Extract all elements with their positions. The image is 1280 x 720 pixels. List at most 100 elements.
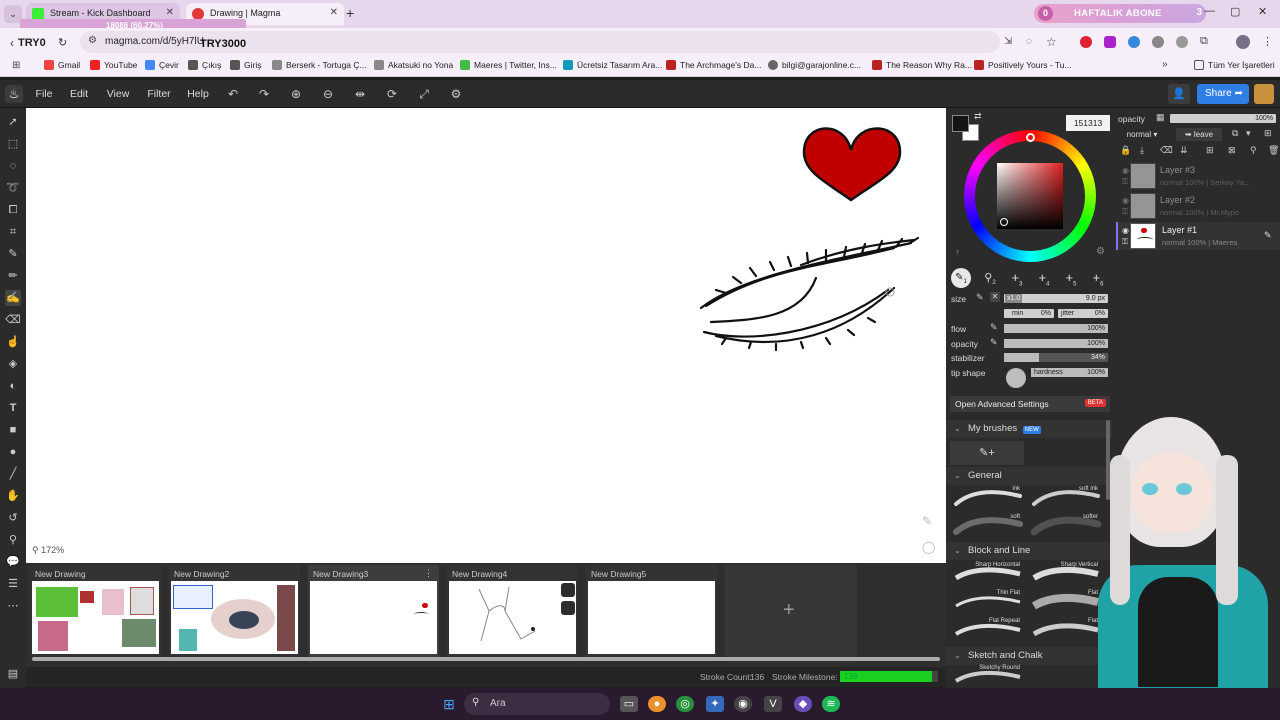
text-tool-icon[interactable]: T	[5, 400, 21, 416]
bookmark-akatsuki[interactable]: Akatsuki no Yona	[374, 60, 453, 70]
redo-icon[interactable]: ↷	[256, 86, 272, 102]
merge-down-icon[interactable]: ⇊	[1180, 145, 1188, 156]
hand-tool-icon[interactable]: ✋	[5, 488, 21, 504]
share-button[interactable]: Share ➦	[1197, 84, 1249, 104]
comment-icon[interactable]: ◯	[922, 540, 935, 554]
color-hex-field[interactable]: 151313	[1066, 115, 1110, 131]
zoom-out-icon[interactable]: ⊖	[320, 86, 336, 102]
bookmark-positively[interactable]: Positively Yours - Tu...	[974, 60, 1072, 70]
profile-avatar[interactable]	[1236, 35, 1250, 49]
eraser-tool-icon[interactable]: ⌫	[5, 312, 21, 328]
layer-item-2[interactable]: ◉ ⚿ Layer #2 normal 100% | Mr.Mypo	[1116, 192, 1280, 220]
close-icon[interactable]: ✕	[166, 7, 174, 18]
maximize-icon[interactable]: ▢	[1230, 5, 1240, 18]
crop-tool-icon[interactable]: ⌗	[5, 224, 21, 240]
line-tool-icon[interactable]: ╱	[5, 466, 21, 482]
doc-tab-new-drawing3[interactable]: New Drawing3 ⋮	[308, 565, 439, 657]
bookmark-cikis[interactable]: Çıkış	[188, 60, 221, 70]
eye-off-icon[interactable]: ◌	[1026, 36, 1032, 47]
hue-handle[interactable]	[1026, 133, 1035, 142]
transform-layer-icon[interactable]: ⊠	[1228, 145, 1236, 156]
layer-lock-icon[interactable]: ⚿	[1122, 237, 1128, 247]
extension-icon[interactable]	[1104, 36, 1116, 48]
chrome-icon[interactable]: ◎	[676, 696, 694, 712]
pencil-tool-icon[interactable]: ✏	[5, 268, 21, 284]
bookmark-reason[interactable]: The Reason Why Ra...	[872, 60, 972, 70]
site-info-icon[interactable]: ⚙	[88, 35, 97, 46]
jitter-slider[interactable]: jitter 0%	[1058, 309, 1108, 318]
layers-toggle-icon[interactable]: ☰	[5, 576, 21, 592]
brush-soft[interactable]: soft	[952, 514, 1024, 538]
leave-button[interactable]: ➥ leave	[1176, 128, 1222, 141]
brush-slot-3[interactable]: +3	[1007, 268, 1027, 288]
duplicate-layer-icon[interactable]: ⧉	[1232, 128, 1238, 139]
pressure-opacity-icon[interactable]: ✎	[990, 337, 998, 348]
bookmarks-folder[interactable]: Tüm Yer İşaretleri	[1194, 60, 1275, 70]
settings-icon[interactable]: ⚙	[448, 86, 464, 102]
size-lock-icon[interactable]: ✕	[990, 292, 1000, 302]
brush-tool-icon[interactable]: ✍	[5, 290, 21, 306]
sv-handle[interactable]	[1000, 218, 1008, 226]
layer-opacity-slider[interactable]: 100%	[1170, 114, 1276, 123]
brush-thin-flat[interactable]: Thin Flat	[952, 590, 1024, 614]
minimize-icon[interactable]: —	[1204, 5, 1215, 17]
new-tab-button[interactable]: +	[346, 5, 354, 21]
bookmark-gmail[interactable]: Gmail	[44, 60, 80, 70]
bookmark-cevir[interactable]: Çevir	[145, 60, 179, 70]
user-avatar[interactable]	[1254, 84, 1274, 104]
edit-menu[interactable]: Edit	[66, 85, 92, 103]
extension-icon[interactable]	[1080, 36, 1092, 48]
expand-panel-icon[interactable]: ›	[956, 246, 959, 256]
new-layer-icon[interactable]: ⊞	[1264, 128, 1272, 139]
magma-logo-icon[interactable]: ♨	[5, 85, 23, 103]
min-slider[interactable]: min 0%	[1004, 309, 1054, 318]
erase-layer-icon[interactable]: ⌫	[1160, 145, 1173, 156]
sidebar-toggle-icon[interactable]: ▤	[5, 666, 21, 682]
file-menu[interactable]: File	[32, 85, 56, 103]
app-icon[interactable]: ✦	[706, 696, 724, 712]
brush-sketchy-round[interactable]: Sketchy Round	[952, 665, 1024, 685]
swap-colors-icon[interactable]: ⇄	[974, 111, 982, 122]
bookmarks-overflow-icon[interactable]: »	[1162, 59, 1168, 70]
color-wheel[interactable]	[964, 130, 1096, 262]
app-icon[interactable]: ●	[648, 696, 666, 712]
zoom-tool-icon[interactable]: ⚲	[5, 532, 21, 548]
selection-tool-icon[interactable]: ⬚	[5, 136, 21, 152]
bookmark-berserk[interactable]: Berserk - Tortuga Ç...	[272, 60, 367, 70]
trash-icon[interactable]: 🗑	[1268, 145, 1279, 156]
doc-menu-icon[interactable]: ⋮	[424, 568, 433, 579]
obs-icon[interactable]: ◉	[734, 696, 752, 712]
layer-lock-icon[interactable]: ⚿	[1122, 177, 1128, 187]
fill-tool-icon[interactable]: ◈	[5, 356, 21, 372]
filter-menu[interactable]: Filter	[144, 85, 174, 103]
doc-tab-new-drawing4[interactable]: New Drawing4	[447, 565, 578, 657]
puzzle-icon[interactable]: ⧉	[1200, 35, 1208, 48]
undo-icon[interactable]: ↶	[225, 86, 241, 102]
brush-slot-5[interactable]: +5	[1061, 268, 1081, 288]
visibility-icon[interactable]: ◉	[1122, 196, 1129, 205]
edit-layer-icon[interactable]: ✎	[1264, 230, 1272, 241]
doc-tab-new-drawing[interactable]: New Drawing	[30, 565, 161, 657]
bookmark-giris[interactable]: Giriş	[230, 60, 261, 70]
visibility-icon[interactable]: ◉	[1122, 226, 1129, 235]
add-user-button[interactable]: 👤	[1168, 84, 1190, 104]
app-icon[interactable]: V	[764, 696, 782, 712]
apps-icon[interactable]: ⊞	[12, 60, 20, 71]
pressure-size-icon[interactable]: ✎	[976, 292, 984, 303]
lock-icon[interactable]: 🔒	[1120, 145, 1131, 156]
install-icon[interactable]: ⇲	[1004, 36, 1012, 47]
hardness-slider[interactable]: hardness 100%	[1031, 368, 1108, 377]
app-icon[interactable]: ◆	[794, 696, 812, 712]
task-view-icon[interactable]: ▭	[620, 696, 638, 712]
eyedropper-icon[interactable]: ✎	[5, 246, 21, 262]
close-icon[interactable]: ✕	[330, 7, 338, 18]
taskbar-search[interactable]: ⚲ Ara	[464, 693, 610, 715]
brush-slot-4[interactable]: +4	[1034, 268, 1054, 288]
bookmark-archmage[interactable]: The Archmage's Da...	[666, 60, 761, 70]
brush-slot-6[interactable]: +6	[1088, 268, 1108, 288]
flip-icon[interactable]: ⇹	[352, 86, 368, 102]
doc-tab-new-drawing5[interactable]: New Drawing5	[586, 565, 717, 657]
opacity-slider[interactable]: 100%	[1004, 339, 1108, 348]
doc-scrollbar[interactable]	[32, 657, 940, 661]
layer-item-3[interactable]: ◉ ⚿ Layer #3 normal 100% | Serkay Ya...	[1116, 162, 1280, 190]
